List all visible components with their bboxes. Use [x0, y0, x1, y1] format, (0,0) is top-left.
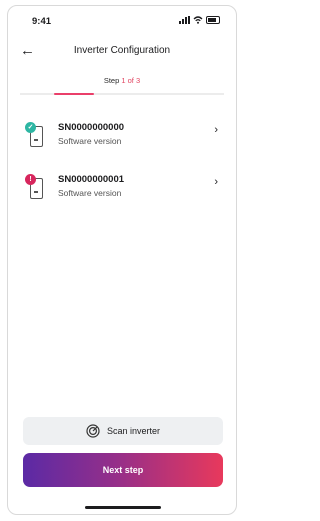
device-serial: SN0000000000: [58, 122, 125, 133]
scan-inverter-label: Scan inverter: [106, 426, 161, 436]
wifi-icon: [193, 16, 203, 24]
step-indicator: Step 1 of 3: [8, 76, 236, 85]
home-indicator: [85, 506, 161, 509]
status-bar: 9:41: [8, 6, 236, 32]
header: ← Inverter Configuration: [8, 40, 236, 64]
device-list: ✓ SN0000000000 Software version › ! SN00…: [8, 114, 236, 218]
status-icons: [179, 16, 220, 24]
page-title: Inverter Configuration: [73, 45, 171, 56]
step-progress-fill: [54, 93, 94, 95]
step-count: 1 of 3: [121, 76, 141, 85]
battery-icon: [206, 16, 220, 24]
scan-icon: [86, 424, 100, 438]
list-item[interactable]: ! SN0000000001 Software version ›: [8, 166, 236, 218]
step-prefix: Step: [103, 76, 120, 85]
step-progress-track: [20, 93, 224, 95]
chevron-right-icon: ›: [214, 124, 218, 136]
next-step-button[interactable]: Next step: [23, 453, 223, 487]
device-subtitle: Software version: [58, 136, 122, 146]
device-serial: SN0000000001: [58, 174, 125, 185]
phone-screen: 9:41 ← Inverter Configuration Step 1 of …: [7, 5, 237, 515]
alert-badge-icon: !: [25, 174, 36, 185]
chevron-right-icon: ›: [214, 176, 218, 188]
device-subtitle: Software version: [58, 188, 122, 198]
scan-inverter-button[interactable]: Scan inverter: [23, 417, 223, 445]
check-badge-icon: ✓: [25, 122, 36, 133]
signal-icon: [179, 16, 190, 24]
inverter-device-icon: !: [25, 174, 45, 200]
next-step-label: Next step: [102, 465, 144, 475]
inverter-device-icon: ✓: [25, 122, 45, 148]
status-time: 9:41: [32, 16, 52, 27]
list-item[interactable]: ✓ SN0000000000 Software version ›: [8, 114, 236, 166]
